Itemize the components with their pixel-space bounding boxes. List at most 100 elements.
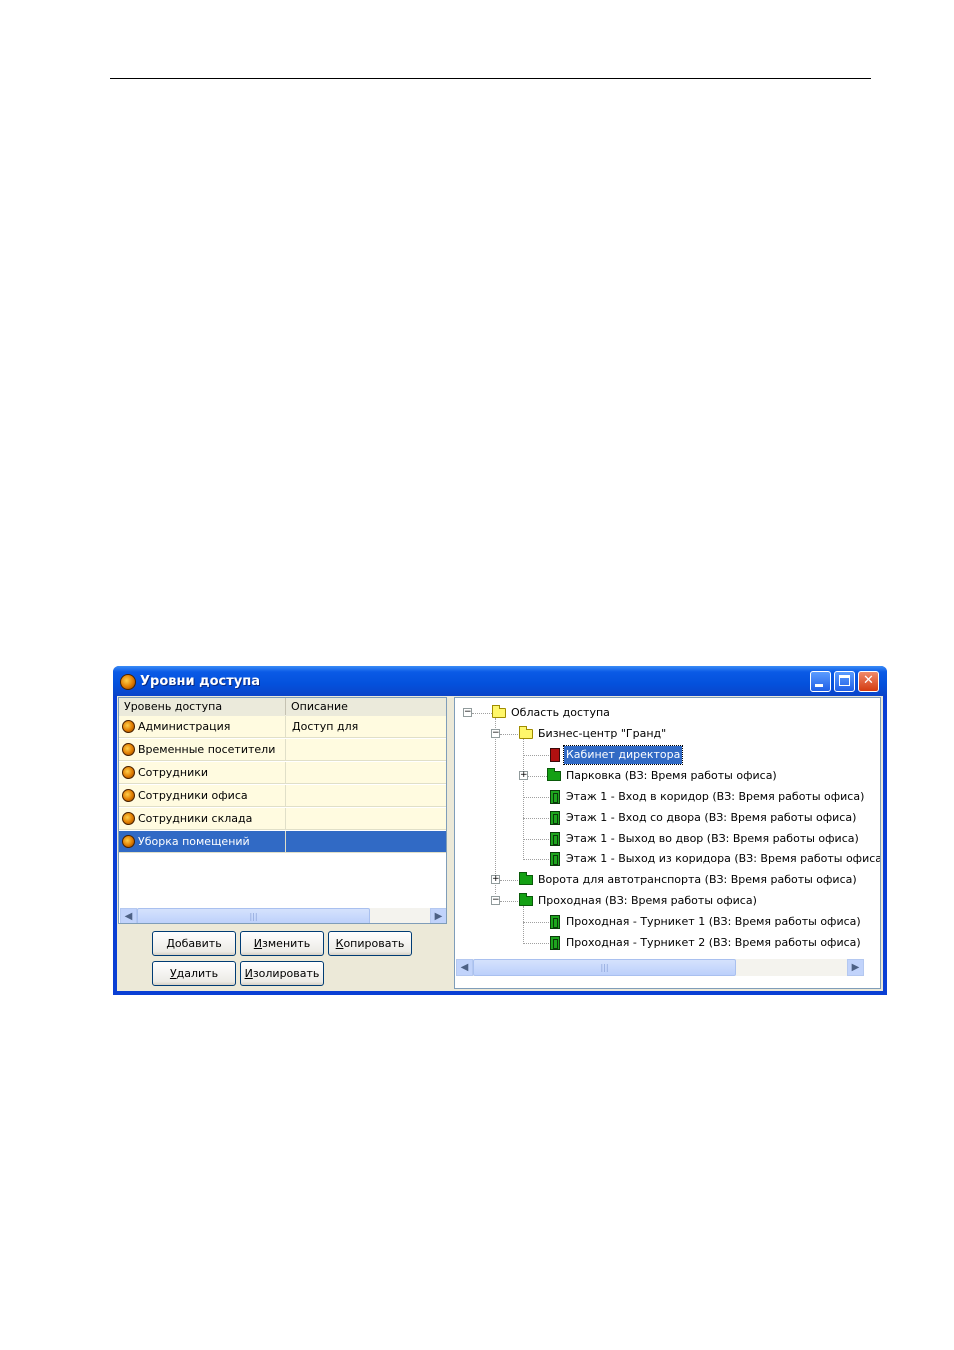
access-levels-window: Уровни доступа ✕ Уровень доступа Описани… [113, 666, 887, 995]
isolate-button-label: золировать [252, 967, 320, 980]
isolate-button-mnemonic: И [244, 967, 253, 980]
collapse-icon[interactable]: − [463, 708, 472, 717]
list-cell-description: Доступ для администрации [286, 716, 446, 755]
tree-label: Парковка (ВЗ: Время работы офиса) [566, 769, 777, 782]
minimize-button[interactable] [810, 671, 831, 692]
list-row-selected[interactable]: Уборка помещений [119, 831, 446, 854]
door-icon [550, 852, 560, 866]
tree-label: Ворота для автотранспорта (ВЗ: Время раб… [538, 873, 857, 886]
access-level-icon [122, 720, 135, 733]
maximize-button[interactable] [834, 671, 855, 692]
scroll-right-arrow[interactable]: ▶ [430, 908, 446, 923]
tree-label: Проходная - Турникет 1 (ВЗ: Время работы… [566, 915, 861, 928]
expand-icon[interactable]: + [491, 875, 500, 884]
row-name: Уборка помещений [138, 835, 250, 848]
green-folder-icon [547, 768, 561, 781]
green-folder-icon [519, 872, 533, 885]
tree-node-checkpoint[interactable]: − Проходная (ВЗ: Время работы офиса) [455, 892, 875, 910]
scroll-left-arrow[interactable]: ◀ [456, 959, 473, 976]
access-area-tree[interactable]: − Область доступа − Бизнес-центр "Гранд"… [454, 697, 881, 989]
add-button-label: обавить [174, 937, 222, 950]
list-cell-name: Администрация [119, 716, 286, 738]
row-name: Сотрудники офиса [138, 789, 248, 802]
delete-button[interactable]: Удалить [152, 961, 236, 986]
scroll-thumb[interactable]: ||| [137, 908, 370, 923]
column-header-level[interactable]: Уровень доступа [119, 698, 286, 715]
minimize-icon [815, 684, 823, 687]
tree-label: Этаж 1 - Выход во двор (ВЗ: Время работы… [566, 832, 859, 845]
delete-button-label: далить [176, 967, 219, 980]
delete-button-mnemonic: У [169, 967, 177, 980]
door-icon [550, 790, 560, 804]
edit-button[interactable]: Изменить [240, 931, 324, 956]
tree-horizontal-scrollbar[interactable]: ◀ ||| ▶ [456, 959, 864, 976]
access-level-icon [122, 812, 135, 825]
door-icon [550, 915, 560, 929]
folder-icon [492, 705, 506, 718]
access-level-icon [122, 743, 135, 756]
collapse-icon[interactable]: − [491, 729, 500, 738]
tree-label: Проходная - Турникет 2 (ВЗ: Время работы… [566, 936, 861, 949]
copy-button[interactable]: Копировать [328, 931, 412, 956]
list-cell-name: Уборка помещений [119, 831, 286, 853]
access-level-icon [122, 789, 135, 802]
list-cell-description [286, 785, 446, 807]
list-cell-name: Сотрудники офиса [119, 785, 286, 807]
tree-label: Проходная (ВЗ: Время работы офиса) [538, 894, 757, 907]
tree-label: Этаж 1 - Выход из коридора (ВЗ: Время ра… [566, 852, 881, 865]
list-row[interactable]: Сотрудники склада [119, 808, 446, 831]
column-header-description[interactable]: Описание [286, 698, 446, 715]
edit-button-label: зменить [262, 937, 311, 950]
row-name: Сотрудники склада [138, 812, 253, 825]
maximize-icon [839, 675, 850, 686]
access-level-icon [122, 835, 135, 848]
list-cell-name: Сотрудники склада [119, 808, 286, 830]
tree-node-door[interactable]: Этаж 1 - Выход из коридора (ВЗ: Время ра… [455, 850, 880, 868]
tree-node-parking[interactable]: + Парковка (ВЗ: Время работы офиса) [455, 767, 875, 785]
title-bar[interactable]: Уровни доступа ✕ [113, 666, 887, 696]
tree-node-door[interactable]: Этаж 1 - Выход во двор (ВЗ: Время работы… [455, 830, 875, 848]
tree-label: Бизнес-центр "Гранд" [538, 727, 667, 740]
door-icon [550, 811, 560, 825]
access-level-icon [122, 766, 135, 779]
expand-icon[interactable]: + [519, 771, 528, 780]
isolate-button[interactable]: Изолировать [240, 961, 324, 986]
row-name: Временные посетители [138, 743, 276, 756]
collapse-icon[interactable]: − [491, 896, 500, 905]
tree-node-vehicle-gate[interactable]: + Ворота для автотранспорта (ВЗ: Время р… [455, 871, 875, 889]
add-button[interactable]: Добавить [152, 931, 236, 956]
tree-node-turnstile[interactable]: Проходная - Турникет 1 (ВЗ: Время работы… [455, 913, 875, 931]
tree-node-business-center[interactable]: − Бизнес-центр "Гранд" [455, 725, 875, 743]
window-client-area: Уровень доступа Описание Администрация Д… [117, 696, 883, 991]
scroll-thumb[interactable]: ||| [473, 959, 736, 976]
scroll-right-arrow[interactable]: ▶ [847, 959, 864, 976]
copy-button-label: опировать [343, 937, 405, 950]
access-level-list[interactable]: Уровень доступа Описание Администрация Д… [118, 697, 447, 924]
list-cell-description [286, 831, 446, 853]
tree-node-root[interactable]: − Область доступа [455, 704, 875, 722]
close-button[interactable]: ✕ [858, 671, 879, 692]
tree-node-director-office[interactable]: Кабинет директора [455, 745, 875, 765]
list-horizontal-scrollbar[interactable]: ◀ ||| ▶ [120, 908, 446, 923]
list-row[interactable]: Сотрудники офиса [119, 785, 446, 808]
scroll-left-arrow[interactable]: ◀ [120, 908, 137, 923]
tree-node-door[interactable]: Этаж 1 - Вход в коридор (ВЗ: Время работ… [455, 788, 875, 806]
list-header: Уровень доступа Описание [119, 698, 446, 717]
list-cell-description [286, 808, 446, 830]
list-cell-description [286, 762, 446, 784]
access-level-icon [120, 674, 136, 690]
list-cell-name: Временные посетители [119, 739, 286, 761]
tree-node-turnstile[interactable]: Проходная - Турникет 2 (ВЗ: Время работы… [455, 934, 875, 952]
edit-button-mnemonic: И [253, 937, 263, 950]
page-header-rule [110, 78, 871, 79]
green-folder-icon [519, 893, 533, 906]
tree-label-selected: Кабинет директора [562, 745, 684, 765]
pane-splitter[interactable] [449, 696, 453, 991]
close-icon: ✕ [863, 673, 874, 688]
tree-label: Область доступа [511, 706, 610, 719]
list-row[interactable]: Временные посетители [119, 739, 446, 762]
tree-node-door[interactable]: Этаж 1 - Вход со двора (ВЗ: Время работы… [455, 809, 875, 827]
list-row[interactable]: Администрация Доступ для администрации [119, 716, 446, 755]
add-button-mnemonic: Д [166, 937, 175, 950]
list-row[interactable]: Сотрудники бухгалтерии [119, 762, 446, 801]
